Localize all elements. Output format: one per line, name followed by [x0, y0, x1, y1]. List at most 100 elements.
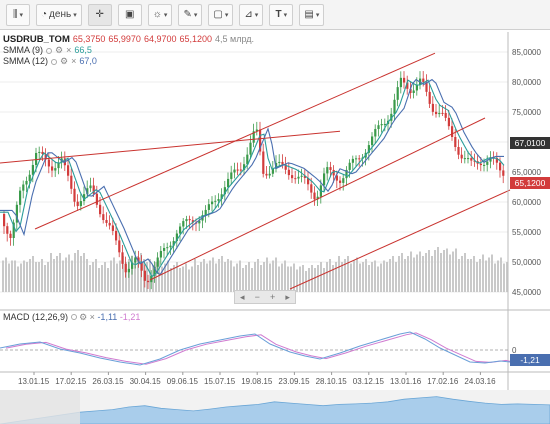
x-tick-label: 17.02.16	[427, 377, 459, 386]
candle-body	[79, 201, 82, 207]
x-tick-label: 24.03.16	[464, 377, 496, 386]
volume-bar	[26, 262, 28, 292]
candle-body	[54, 168, 57, 171]
smma9-line	[0, 79, 505, 278]
volume-value: 4,5 млрд.	[215, 34, 255, 44]
chart-type-button[interactable]: ▣	[117, 3, 142, 26]
zoom-in-icon[interactable]: +	[270, 292, 275, 302]
volume-bar	[59, 253, 61, 292]
volume-bar	[275, 257, 277, 292]
chevron-down-icon: ▾	[283, 11, 288, 19]
image-button[interactable]: ▤ ▾	[299, 3, 325, 26]
candle-body	[396, 87, 399, 100]
candle-body	[159, 250, 162, 258]
volume-bar	[299, 266, 301, 292]
x-tick-label: 17.02.15	[55, 377, 87, 386]
chevron-down-icon: ▾	[163, 11, 168, 19]
volume-bar	[488, 257, 490, 292]
volume-bar	[338, 256, 340, 292]
candle-body	[19, 190, 22, 205]
crosshair-button[interactable]: ✛	[87, 3, 112, 26]
volume-bar	[191, 266, 193, 292]
macd-signal-line	[5, 332, 511, 365]
candle-body	[355, 158, 358, 160]
period-selector[interactable]: ◔ день ▾	[36, 3, 82, 26]
indicators-button[interactable]: ☼ ▾	[147, 3, 173, 26]
candle-body	[377, 125, 380, 130]
volume-bar	[179, 268, 181, 292]
volume-bar	[473, 256, 475, 292]
volume-bar	[11, 260, 13, 292]
x-tick-label: 19.08.15	[241, 377, 273, 386]
text-tool-button[interactable]: T ▾	[269, 3, 294, 26]
volume-bar	[296, 269, 298, 292]
volume-bar	[74, 253, 76, 292]
zoom-out-icon[interactable]: −	[255, 292, 260, 302]
volume-bar	[32, 256, 34, 292]
volume-bar	[5, 257, 7, 292]
volume-bar	[233, 266, 235, 292]
macd-line	[0, 331, 511, 366]
volume-bar	[497, 260, 499, 292]
eye-icon[interactable]	[70, 314, 77, 320]
candle-body	[463, 158, 466, 160]
volume-bar	[329, 259, 331, 292]
volume-bar	[185, 263, 187, 292]
candle-body	[214, 200, 217, 202]
settings-icon[interactable]: ⚙	[55, 45, 63, 56]
candle-body	[121, 252, 124, 264]
fib-button[interactable]: ⊿ ▾	[239, 3, 264, 26]
y-tick-label: 85,0000	[512, 48, 541, 57]
candle-body	[9, 233, 12, 239]
volume-bar	[83, 253, 85, 292]
close-icon[interactable]: ×	[66, 45, 71, 56]
volume-bar	[182, 266, 184, 292]
shapes-button[interactable]: ▢ ▾	[208, 3, 234, 26]
volume-bar	[326, 262, 328, 292]
candle-body	[70, 175, 73, 189]
settings-icon[interactable]: ⚙	[79, 312, 87, 322]
volume-bar	[320, 262, 322, 292]
smma12-label: SMMA (12)	[3, 56, 49, 66]
x-axis: 13.01.15 17.02.15 26.03.15 30.04.15 09.06.15…	[0, 371, 550, 386]
candle-body	[6, 226, 9, 234]
price-chart[interactable]: 85,000080,000075,000070,000065,000060,00…	[0, 30, 550, 424]
settings-icon[interactable]: ⚙	[60, 56, 68, 67]
macd-label: MACD (12,26,9)	[3, 312, 69, 322]
volume-bar	[107, 268, 109, 292]
candle-body	[431, 103, 434, 112]
candle-body	[124, 263, 127, 273]
close-icon[interactable]: ×	[71, 56, 76, 67]
volume-bar	[281, 263, 283, 292]
close-icon[interactable]: ×	[90, 312, 95, 322]
volume-bar	[230, 260, 232, 292]
candle-body	[38, 151, 41, 153]
candle-body	[111, 225, 114, 231]
volume-bar	[101, 265, 103, 292]
volume-bar	[20, 263, 22, 292]
eye-icon[interactable]	[46, 47, 53, 54]
candle-body	[127, 268, 130, 273]
text-icon: T	[275, 9, 282, 20]
candle-body	[249, 142, 252, 155]
volume-bar	[314, 268, 316, 292]
zoom-controls[interactable]: ◂ − + ▸	[234, 290, 296, 304]
volume-bar	[377, 266, 379, 292]
eye-icon[interactable]	[51, 58, 58, 65]
navigator-mask	[0, 390, 80, 424]
indicators-icon: ☼	[152, 9, 162, 20]
candle-body	[163, 247, 166, 251]
scroll-right-icon[interactable]: ▸	[285, 292, 290, 303]
pen-tool-button[interactable]: ✎ ▾	[178, 3, 203, 26]
candle-body	[422, 78, 425, 82]
chevron-down-icon: ▾	[224, 11, 229, 19]
scroll-left-icon[interactable]: ◂	[240, 292, 245, 303]
volume-bar	[479, 259, 481, 292]
candle-body	[262, 151, 265, 174]
candle-body	[479, 163, 482, 166]
bars-icon-button[interactable]: ⫼ ▾	[6, 3, 30, 26]
navigator[interactable]	[0, 390, 550, 424]
volume-bar	[68, 254, 70, 292]
candle-body	[28, 174, 31, 181]
volume-bar	[86, 259, 88, 292]
